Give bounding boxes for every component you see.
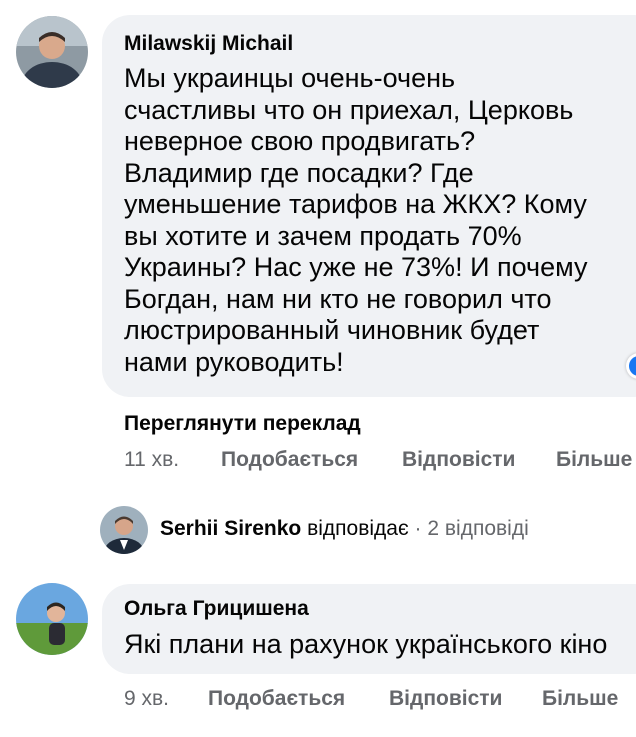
reply-button[interactable]: Відповісти — [389, 687, 502, 711]
comment-text-line: уменьшение тарифов на ЖКХ? Кому — [124, 189, 587, 219]
comment-author[interactable]: Ольга Грицишена — [124, 597, 309, 621]
more-button[interactable]: Більше — [556, 448, 632, 472]
comment-text-line: люстрированный чиновник будет — [124, 315, 540, 345]
user-avatar-image — [16, 16, 88, 88]
comment-text-line: вы хотите и зачем продать 70% — [124, 220, 522, 251]
comment-text-line: Богдан, нам ни кто не говорил что — [124, 283, 552, 314]
comment-text-line: Украины? Нас уже не 73%! И почему — [124, 252, 588, 282]
comment-text-line: неверное свою продвигать? — [124, 126, 476, 156]
reply-button[interactable]: Відповісти — [402, 448, 515, 472]
separator-dot: · — [414, 517, 422, 540]
more-button[interactable]: Більше — [542, 687, 618, 711]
like-button[interactable]: Подобається — [221, 448, 358, 472]
reply-verb: відповідає — [307, 517, 409, 540]
see-translation-link[interactable]: Переглянути переклад — [124, 412, 361, 436]
comment-text-line: нами руководить! — [124, 346, 344, 377]
avatar[interactable] — [16, 16, 88, 88]
comment-text-line: Які плани на рахунок українського кіно — [124, 629, 608, 659]
reply-author-avatar-image — [100, 506, 148, 554]
comment-timestamp: 9 хв. — [124, 687, 170, 710]
comment-text: Мы украинцы очень-очень счастливы что он… — [124, 63, 587, 378]
comment-thread: Milawskij Michail Мы украинцы очень-очен… — [0, 0, 636, 737]
view-replies-link[interactable]: Serhii Sirenko відповідає · 2 відповіді — [160, 517, 529, 541]
comment-text: Які плани на рахунок українського кіно — [124, 629, 607, 661]
user-avatar-image — [16, 583, 88, 655]
comment-text-line: Мы украинцы очень-очень — [124, 63, 456, 93]
reply-count[interactable]: 2 відповіді — [427, 517, 528, 540]
reply-author-name[interactable]: Serhii Sirenko — [160, 517, 301, 540]
avatar[interactable] — [16, 583, 88, 655]
comment-actions: 11 хв. Подобається Відповісти Більше — [124, 448, 636, 474]
comment-text-line: счастливы что он приехал, Церковь — [124, 94, 574, 125]
comment-actions: 9 хв. Подобається Відповісти Більше — [124, 687, 636, 713]
like-button[interactable]: Подобається — [208, 687, 345, 711]
avatar[interactable] — [100, 506, 148, 554]
comment-author[interactable]: Milawskij Michail — [124, 32, 293, 56]
comment-timestamp: 11 хв. — [124, 448, 180, 471]
comment-text-line: Владимир где посадки? Где — [124, 157, 474, 188]
